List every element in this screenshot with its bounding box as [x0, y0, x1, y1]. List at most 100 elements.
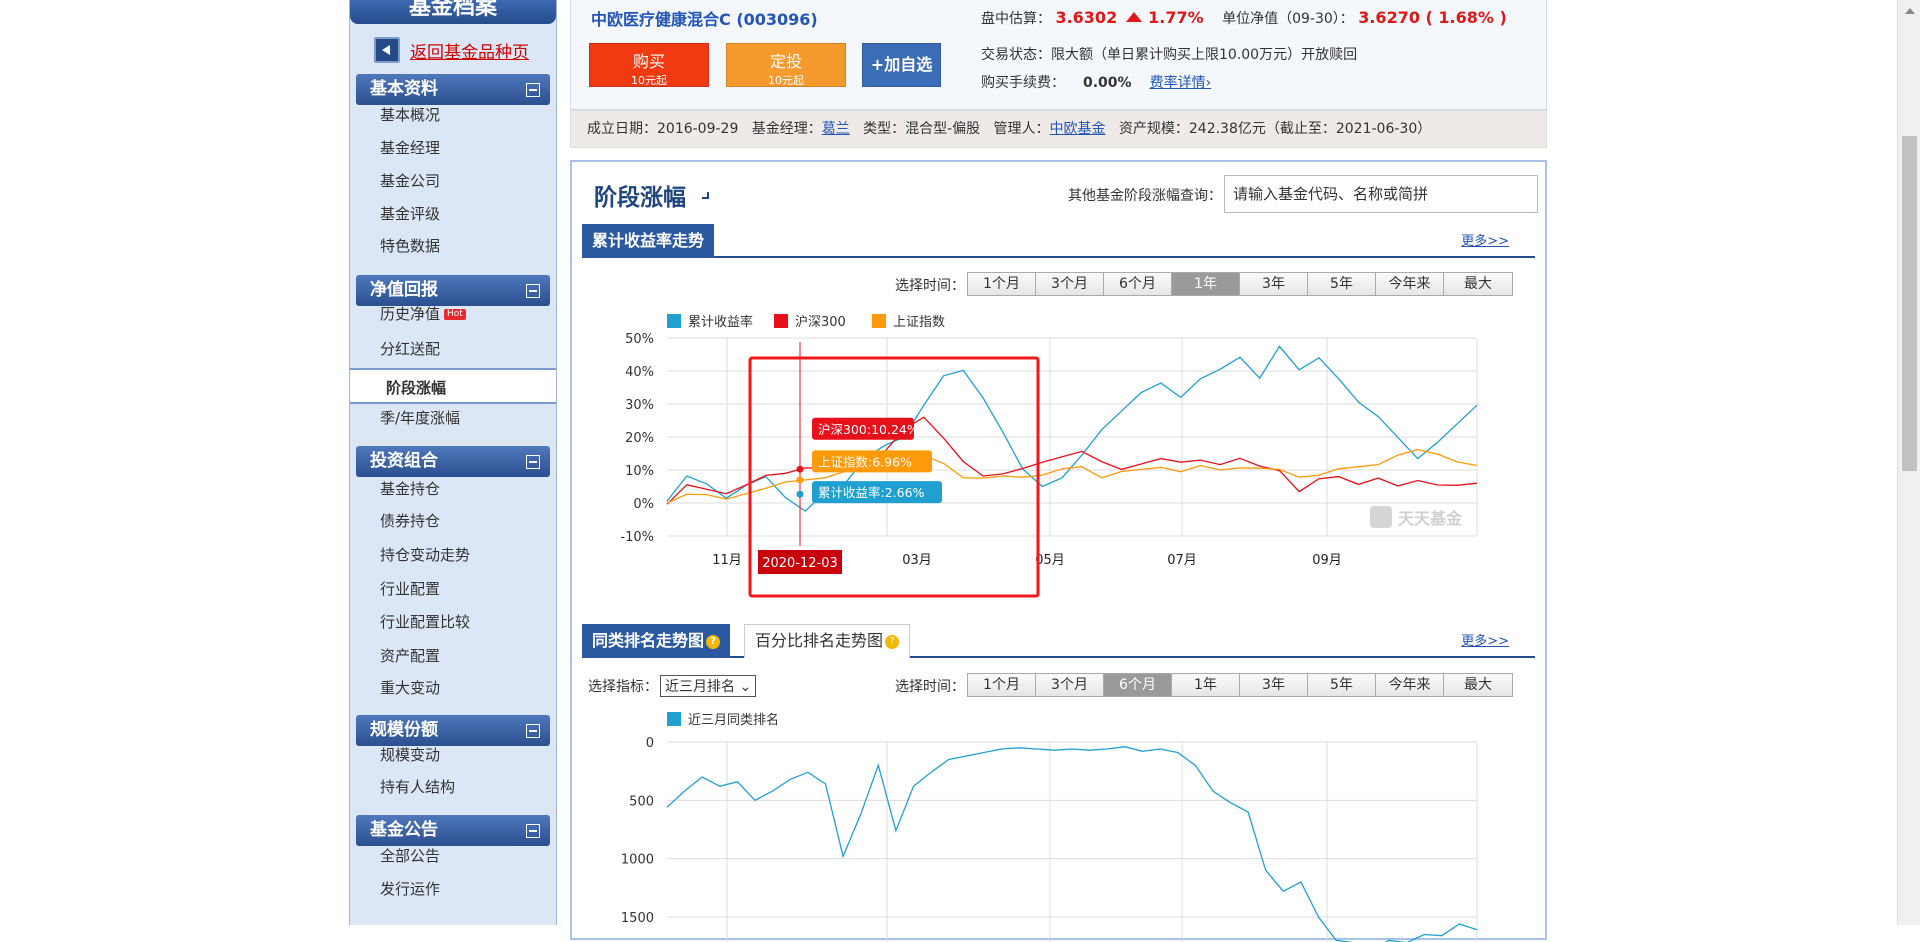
sidebar-section-4[interactable]: 规模份额 [356, 715, 550, 746]
legend-label: 上证指数 [893, 315, 945, 330]
chart1-range-2[interactable]: 3个月 [1036, 273, 1104, 295]
add-favorite-button[interactable]: +加自选 [862, 43, 941, 87]
chart2-range-2[interactable]: 3个月 [1036, 674, 1104, 696]
chart2-range-3[interactable]: 6个月 [1104, 674, 1172, 696]
time-range-buttons-2: 1个月 3个月 6个月 1年 3年 5年 今年来 最大 [967, 673, 1513, 697]
admin-link[interactable]: 中欧基金 [1050, 121, 1106, 137]
chart2-range-6[interactable]: 5年 [1308, 674, 1376, 696]
fee-detail-link[interactable]: 费率详情› [1150, 75, 1212, 91]
manager-label: 基金经理： [751, 121, 822, 137]
sidebar-section-3[interactable]: 投资组合 [356, 446, 550, 477]
legend-swatch [667, 712, 681, 726]
auto-invest-button[interactable]: 定投 10元起 [726, 43, 846, 87]
y-tick-label: 0% [633, 497, 654, 512]
rank-trend-tab[interactable]: 同类排名走势图? [582, 624, 731, 658]
sidebar-item[interactable]: 基本概况 [380, 105, 440, 125]
chart2-range-1[interactable]: 1个月 [968, 674, 1036, 696]
sidebar-item-label: 基金评级 [380, 205, 441, 223]
legend-swatch [872, 314, 886, 328]
watermark-logo [1370, 506, 1392, 528]
sidebar-section-title: 基金公告 [370, 820, 438, 840]
sidebar-item[interactable]: 基金评级 [380, 204, 440, 224]
time-range-buttons-1: 1个月 3个月 6个月 1年 3年 5年 今年来 最大 [967, 272, 1513, 296]
sidebar-item[interactable]: 资产配置 [380, 646, 440, 666]
sidebar-section-title: 净值回报 [370, 280, 438, 300]
back-link-row[interactable]: 返回基金品种页 [374, 36, 529, 64]
sidebar-item[interactable]: 分红送配 [380, 339, 440, 359]
sidebar-item[interactable]: 行业配置 [380, 579, 440, 599]
collapse-icon[interactable] [526, 284, 540, 298]
page-scrollbar[interactable] [1897, 0, 1920, 925]
fund-type: 类型：混合型-偏股 [863, 121, 981, 137]
chart1-range-4[interactable]: 1年 [1172, 273, 1240, 295]
sidebar-section-5[interactable]: 基金公告 [356, 815, 550, 846]
estimate-value: 3.6302 [1055, 8, 1118, 27]
sidebar-item[interactable]: 持仓变动走势 [380, 545, 470, 565]
back-to-fund-link[interactable]: 返回基金品种页 [410, 38, 529, 63]
collapse-icon[interactable] [526, 724, 540, 738]
back-arrow-icon[interactable] [374, 37, 400, 63]
sidebar-item[interactable]: 历史净值 Hot [380, 304, 466, 324]
sidebar-section-title: 基本资料 [370, 79, 438, 99]
sidebar-item[interactable]: 债券持仓 [380, 511, 440, 531]
sidebar-item[interactable]: 基金经理 [380, 138, 440, 158]
chart1-range-5[interactable]: 3年 [1240, 273, 1308, 295]
chart1-range-6[interactable]: 5年 [1308, 273, 1376, 295]
sidebar-item[interactable]: 重大变动 [380, 678, 440, 698]
fund-name[interactable]: 中欧医疗健康混合C (003096) [591, 6, 818, 30]
collapse-icon[interactable] [526, 83, 540, 97]
sidebar-item-label: 阶段涨幅 [386, 379, 447, 397]
sidebar-item-label: 季/年度涨幅 [380, 409, 461, 427]
help-icon[interactable]: ? [706, 635, 721, 649]
cumulative-return-tab[interactable]: 累计收益率走势 [582, 224, 715, 258]
more-link-2[interactable]: 更多>> [1461, 630, 1509, 649]
sidebar-item[interactable]: 阶段涨幅 [350, 368, 556, 404]
sidebar-item[interactable]: 持有人结构 [380, 777, 455, 797]
sidebar-item[interactable]: 发行运作 [380, 879, 440, 899]
chart2-range-4[interactable]: 1年 [1172, 674, 1240, 696]
sidebar-item[interactable]: 全部公告 [380, 846, 440, 866]
more-link-1[interactable]: 更多>> [1461, 230, 1509, 249]
sidebar-section-2[interactable]: 净值回报 [356, 275, 550, 306]
rank-trend-bar: 同类排名走势图? 百分比排名走势图? 更多>> [582, 624, 1535, 658]
sidebar-item[interactable]: 基金公司 [380, 171, 440, 191]
buy-button[interactable]: 购买 10元起 [589, 43, 709, 87]
rank-trend-chart: 近三月同类排名 0 500 1000 1500 [621, 712, 1478, 942]
chart1-range-7[interactable]: 今年来 [1376, 273, 1444, 295]
chart2-range-7[interactable]: 今年来 [1376, 674, 1444, 696]
sidebar-section-title: 投资组合 [370, 451, 438, 471]
chart1-range-8[interactable]: 最大 [1444, 273, 1512, 295]
sidebar-item[interactable]: 规模变动 [380, 745, 440, 765]
sidebar-item[interactable]: 行业配置比较 [380, 612, 470, 632]
sidebar-section-1[interactable]: 基本资料 [356, 74, 550, 105]
sidebar-item-label: 重大变动 [380, 679, 441, 697]
sidebar-item[interactable]: 特色数据 [380, 236, 440, 256]
metric-label: 选择指标： [588, 679, 658, 695]
hot-badge: Hot [444, 309, 466, 320]
buy-label: 购买 [632, 52, 665, 71]
page: 基金档案 返回基金品种页 基本资料 基本概况 基金经理 基金公司 基金评级 特色数据 净值回… [0, 0, 1920, 942]
sidebar: 基金档案 返回基金品种页 基本资料 基本概况 基金经理 基金公司 基金评级 特色数据 净值回… [349, 0, 557, 925]
chart2-range-8[interactable]: 最大 [1444, 674, 1512, 696]
metric-selector: 选择指标： 近三月排名 [588, 675, 757, 697]
legend-label: 沪深300 [795, 314, 846, 330]
fee-line: 购买手续费： 0.00% 费率详情› [981, 72, 1211, 92]
manager-link[interactable]: 葛兰 [822, 121, 850, 137]
sidebar-item[interactable]: 基金持仓 [380, 479, 440, 499]
sidebar-item[interactable]: 季/年度涨幅 [380, 408, 460, 428]
up-arrow-icon [1125, 12, 1142, 22]
collapse-icon[interactable] [526, 455, 540, 469]
help-icon-2[interactable]: ? [885, 635, 900, 649]
panel-title: 阶段涨幅 [594, 185, 686, 211]
percent-rank-tab[interactable]: 百分比排名走势图? [744, 624, 911, 658]
chart1-range-1[interactable]: 1个月 [968, 273, 1036, 295]
scroll-thumb[interactable] [1902, 136, 1917, 471]
metric-dropdown[interactable]: 近三月排名 [660, 675, 757, 697]
date-label: 2020-12-03 [762, 556, 838, 571]
collapse-icon[interactable] [526, 824, 540, 838]
chart2-range-5[interactable]: 3年 [1240, 674, 1308, 696]
chart1-range-3[interactable]: 6个月 [1104, 273, 1172, 295]
fund-search-input[interactable] [1224, 175, 1538, 213]
sidebar-section-title: 规模份额 [370, 720, 438, 740]
scroll-up-icon[interactable] [1905, 8, 1915, 14]
